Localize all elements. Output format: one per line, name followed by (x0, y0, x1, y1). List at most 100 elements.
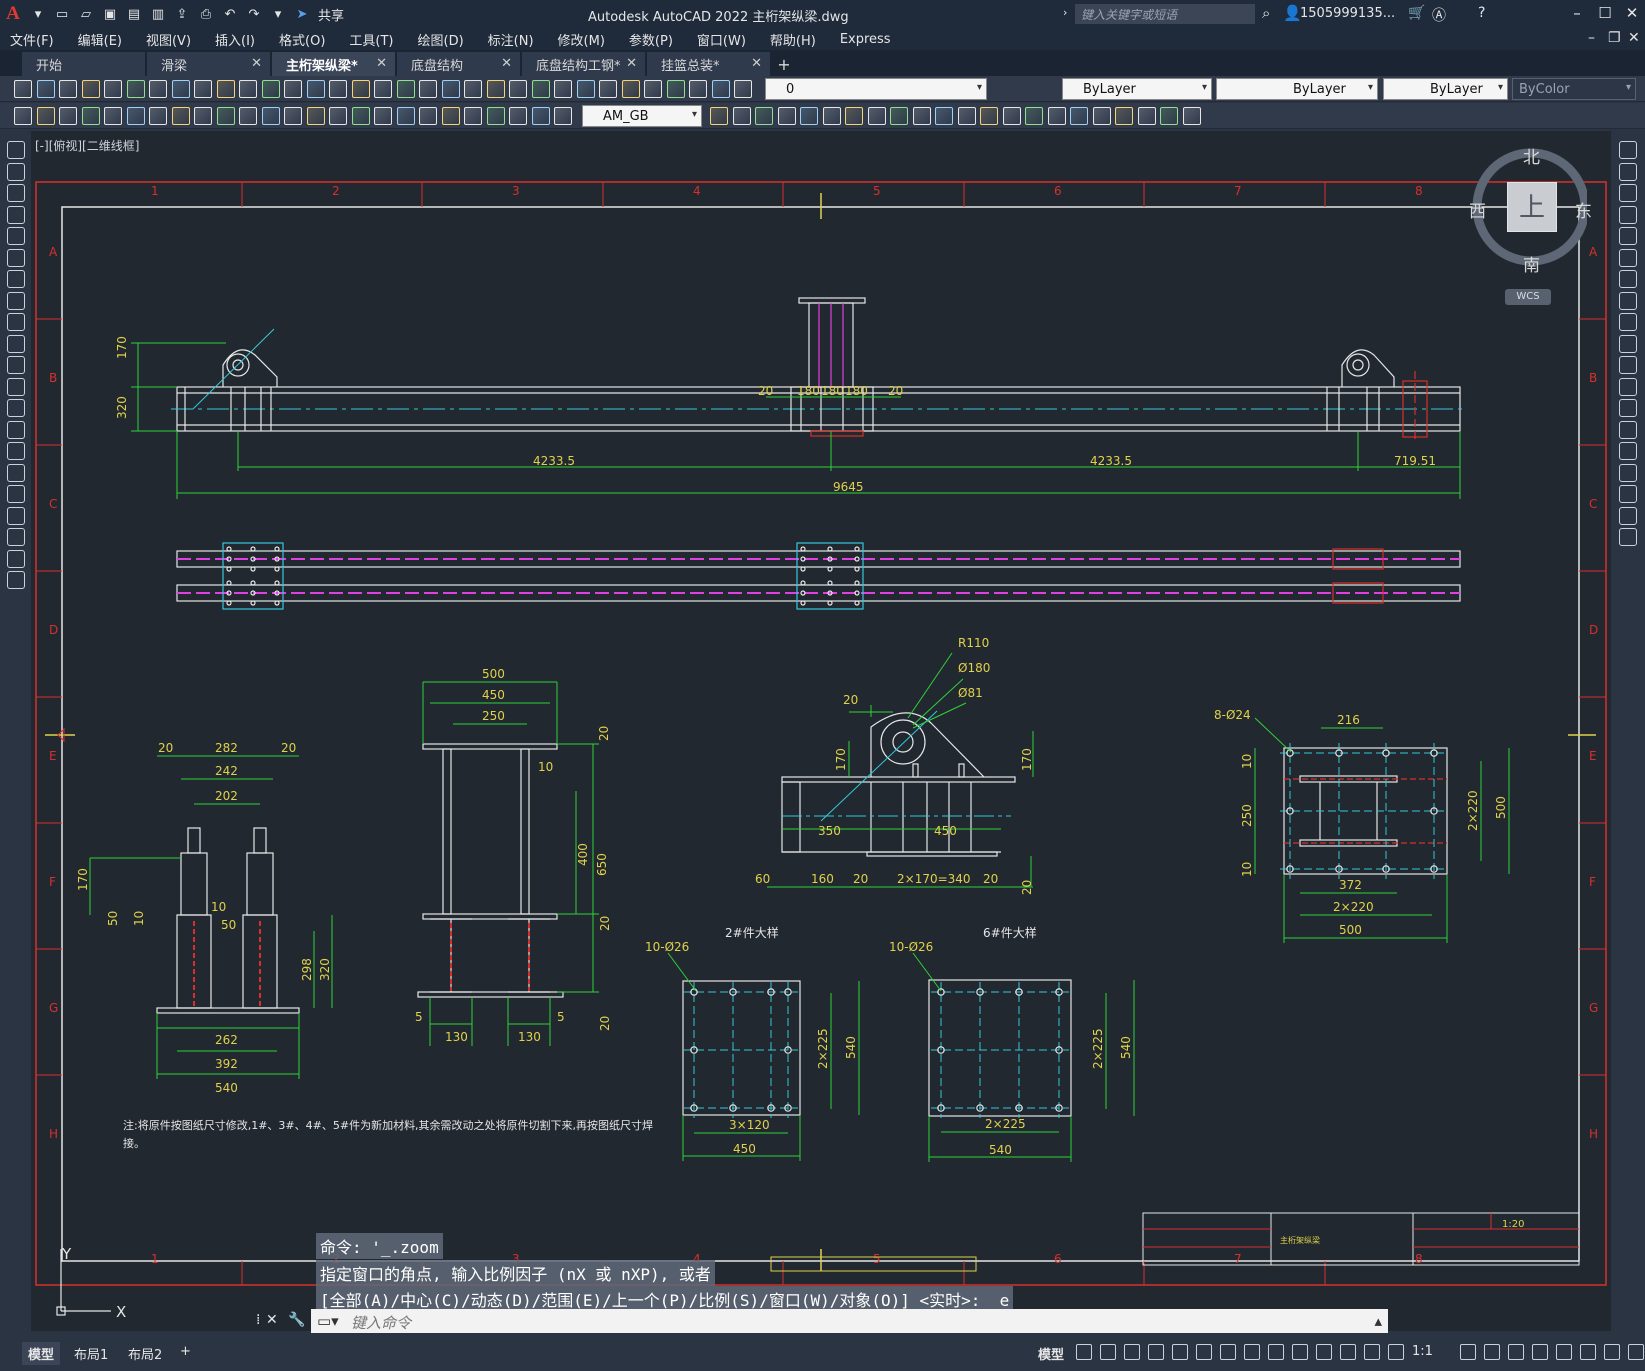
tool-icon[interactable] (419, 80, 437, 98)
open-file-icon[interactable]: ▱ (76, 4, 96, 24)
tool-icon[interactable] (509, 80, 527, 98)
tool-icon[interactable] (374, 107, 392, 125)
tool-icon[interactable] (59, 107, 77, 125)
draw-tool-icon[interactable] (7, 356, 25, 374)
draw-tool-icon[interactable] (7, 399, 25, 417)
plot-icon[interactable]: ⎙ (196, 4, 216, 24)
save-as-icon[interactable]: ▤ (124, 4, 144, 24)
status-toggle-icon[interactable] (1196, 1344, 1212, 1360)
tool-icon[interactable] (1138, 107, 1156, 125)
status-toggle-icon[interactable] (1292, 1344, 1308, 1360)
lineweight-dropdown[interactable]: ByLayer ▾ (1383, 78, 1508, 100)
tab-assembly[interactable]: 挂篮总装* ✕ (647, 52, 770, 76)
draw-tool-icon[interactable] (7, 485, 25, 503)
draw-tool-icon[interactable] (7, 162, 25, 181)
draw-tool-icon[interactable] (7, 528, 25, 546)
viewcube-north[interactable]: 北 (1523, 143, 1540, 168)
maximize-icon[interactable]: ☐ (1592, 4, 1618, 24)
tool-icon[interactable] (127, 107, 145, 125)
status-toggle-icon[interactable] (1172, 1344, 1188, 1360)
annotation-scale-button[interactable]: 1:1 (1412, 1344, 1433, 1359)
draw-tool-icon[interactable] (7, 184, 25, 202)
redo-icon[interactable]: ↷ (244, 4, 264, 24)
layout-tab-2[interactable]: 布局2 (122, 1342, 168, 1365)
doc-minimize-icon[interactable]: – (1588, 30, 1595, 46)
draw-tool-icon[interactable] (7, 227, 25, 245)
command-input[interactable]: 键入命令 ▭▾ ▴ (311, 1309, 1388, 1333)
tool-icon[interactable] (532, 80, 550, 98)
menu-modify[interactable]: 修改(M) (558, 30, 605, 49)
status-toggle-icon[interactable] (1556, 1344, 1572, 1360)
modify-tool-icon[interactable] (1619, 205, 1637, 224)
model-space-button[interactable]: 模型 (1038, 1344, 1064, 1363)
tool-icon[interactable] (667, 80, 685, 98)
new-file-icon[interactable]: ▭ (52, 4, 72, 24)
tool-icon[interactable] (958, 107, 976, 125)
tool-icon[interactable] (419, 107, 437, 125)
draw-tool-icon[interactable] (7, 420, 25, 439)
modify-tool-icon[interactable] (1619, 420, 1637, 439)
tool-icon[interactable] (1093, 107, 1111, 125)
autodesk-app-icon[interactable]: Ⓐ (1432, 5, 1446, 25)
tool-icon[interactable] (194, 107, 212, 125)
tool-icon[interactable] (217, 80, 235, 98)
tool-icon[interactable] (554, 80, 572, 98)
menu-format[interactable]: 格式(O) (279, 30, 325, 49)
add-layout-icon[interactable]: + (174, 1342, 197, 1361)
draw-tool-icon[interactable] (7, 141, 25, 159)
viewcube-south[interactable]: 南 (1523, 251, 1540, 276)
tool-icon[interactable] (352, 80, 370, 98)
chevron-right-icon[interactable]: › (1063, 6, 1067, 19)
draw-tool-icon[interactable] (7, 334, 25, 353)
status-toggle-icon[interactable] (1484, 1344, 1500, 1360)
tool-icon[interactable] (397, 107, 415, 125)
tool-icon[interactable] (980, 107, 998, 125)
user-icon[interactable]: 👤 (1283, 4, 1302, 22)
tool-icon[interactable] (352, 107, 370, 125)
modify-tool-icon[interactable] (1619, 506, 1637, 525)
tab-chassis[interactable]: 底盘结构 ✕ (397, 52, 520, 76)
tool-icon[interactable] (284, 80, 302, 98)
status-toggle-icon[interactable] (1604, 1344, 1620, 1360)
tool-icon[interactable] (284, 107, 302, 125)
draw-tool-icon[interactable] (7, 571, 25, 589)
tool-icon[interactable] (374, 80, 392, 98)
tool-icon[interactable] (127, 80, 145, 98)
tool-icon[interactable] (755, 107, 773, 125)
draw-tool-icon[interactable] (7, 313, 25, 331)
tool-icon[interactable] (464, 80, 482, 98)
tool-icon[interactable] (1003, 107, 1021, 125)
help-search-input[interactable]: 键入关键字或短语 (1075, 4, 1255, 24)
close-icon[interactable]: ✕ (266, 1312, 278, 1328)
tab-start[interactable]: 开始 (22, 52, 145, 76)
close-icon[interactable]: ✕ (251, 56, 262, 71)
share-button[interactable]: 共享 (318, 5, 344, 24)
tool-icon[interactable] (913, 107, 931, 125)
customize-icon[interactable]: ▾ (268, 4, 288, 24)
tool-icon[interactable] (239, 80, 257, 98)
tab-slide-beam[interactable]: 滑梁 ✕ (147, 52, 270, 76)
tool-icon[interactable] (599, 80, 617, 98)
viewcube-east[interactable]: 东 (1575, 197, 1592, 222)
status-toggle-icon[interactable] (1148, 1344, 1164, 1360)
tool-icon[interactable] (14, 107, 32, 125)
menu-express[interactable]: Express (840, 32, 891, 47)
tool-icon[interactable] (487, 107, 505, 125)
customize-wrench-icon[interactable]: 🔧 (288, 1312, 305, 1328)
color-dropdown[interactable]: ByLayer ▾ (1062, 78, 1212, 100)
close-icon[interactable]: ✕ (376, 56, 387, 71)
tool-icon[interactable] (733, 107, 751, 125)
status-toggle-icon[interactable] (1532, 1344, 1548, 1360)
tool-icon[interactable] (890, 107, 908, 125)
tool-icon[interactable] (577, 80, 595, 98)
tool-icon[interactable] (1048, 107, 1066, 125)
tool-icon[interactable] (172, 107, 190, 125)
tool-icon[interactable] (622, 80, 640, 98)
menu-file[interactable]: 文件(F) (10, 30, 54, 49)
draw-tool-icon[interactable] (7, 248, 25, 267)
draw-tool-icon[interactable] (7, 270, 25, 288)
tool-icon[interactable] (329, 107, 347, 125)
undo-icon[interactable]: ↶ (220, 4, 240, 24)
tool-icon[interactable] (1183, 107, 1201, 125)
menu-insert[interactable]: 插入(I) (215, 30, 255, 49)
